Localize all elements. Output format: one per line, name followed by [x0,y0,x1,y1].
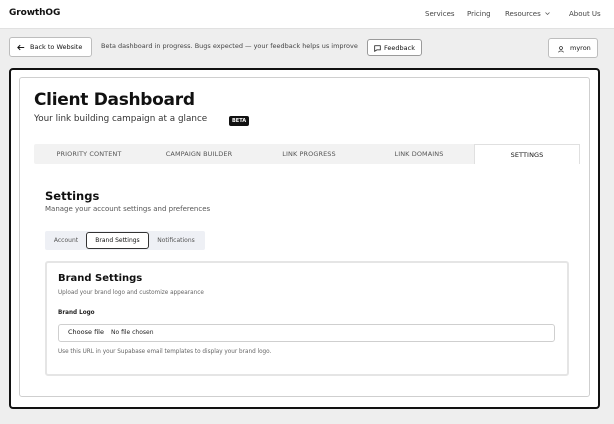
page-subtitle: Your link building campaign at a glance [34,114,208,124]
nav-services-link[interactable]: Services [425,10,455,18]
page-title: Client Dashboard [34,90,195,110]
subtab-notifications[interactable]: Notifications [149,231,203,250]
beta-banner: Back to Website Beta dashboard in progre… [0,33,614,61]
brand-settings-card: Brand Settings Upload your brand logo an… [45,261,569,376]
nav-pricing-link[interactable]: Pricing [467,10,491,18]
settings-subtitle: Manage your account settings and prefere… [45,205,211,213]
settings-title: Settings [45,189,100,203]
nav-resources-link[interactable]: Resources [505,10,541,18]
dashboard-tabs: PRIORITY CONTENT CAMPAIGN BUILDER LINK P… [34,144,580,164]
back-to-website-button[interactable]: Back to Website [9,37,92,57]
choose-file-button[interactable]: Choose file [68,328,104,336]
settings-subtabs: Account Brand Settings Notifications [45,231,205,250]
file-status: No file chosen [111,329,154,336]
chevron-down-icon[interactable] [545,11,550,16]
beta-badge: BETA [229,116,250,126]
brand-logo-label: Brand Logo [58,310,95,316]
arrow-left-icon [17,44,25,51]
dashboard-frame: Client Dashboard Your link building camp… [9,68,600,409]
brand-settings-subtitle: Upload your brand logo and customize app… [58,290,204,296]
brand-logo-help-text: Use this URL in your Supabase email temp… [58,349,272,355]
subtab-account[interactable]: Account [45,231,87,250]
feedback-label: Feedback [384,43,415,52]
brand-logo[interactable]: GrowthOG [9,8,60,18]
feedback-button[interactable]: Feedback [367,39,422,56]
tab-link-progress[interactable]: LINK PROGRESS [254,144,364,164]
subtab-brand-settings[interactable]: Brand Settings [86,232,149,249]
brand-settings-title: Brand Settings [58,273,143,284]
message-square-icon [374,44,381,52]
user-name: myron [570,44,591,52]
brand-logo-file-input[interactable]: Choose file No file chosen [58,324,555,342]
user-icon [558,46,564,53]
tab-priority-content[interactable]: PRIORITY CONTENT [34,144,144,164]
tab-settings[interactable]: SETTINGS [474,144,580,164]
top-navigation: GrowthOG Services Pricing Resources Abou… [0,0,614,29]
dashboard-card: Client Dashboard Your link building camp… [19,77,590,397]
tab-campaign-builder[interactable]: CAMPAIGN BUILDER [144,144,254,164]
beta-message: Beta dashboard in progress. Bugs expecte… [101,42,358,50]
back-button-label: Back to Website [30,43,83,51]
nav-about-link[interactable]: About Us [569,10,601,18]
tab-link-domains[interactable]: LINK DOMAINS [364,144,474,164]
user-menu-button[interactable]: myron [548,38,598,58]
